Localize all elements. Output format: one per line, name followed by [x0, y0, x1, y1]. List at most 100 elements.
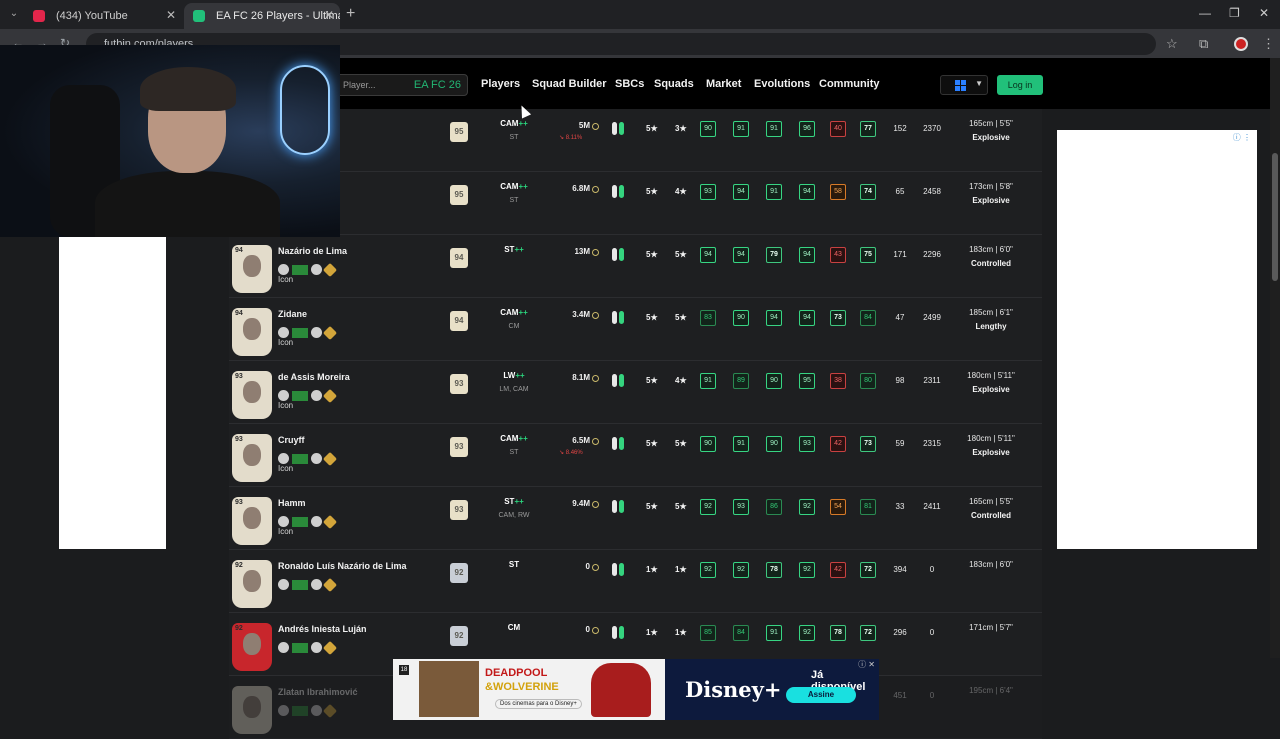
player-name[interactable]: Zidane — [278, 309, 307, 319]
bottom-ad-banner[interactable]: 18 DEADPOOL &WOLVERINE Dos cinemas para … — [393, 659, 879, 720]
stat-box: 74 — [860, 184, 876, 200]
player-name[interactable]: de Assis Moreira — [278, 372, 350, 382]
player-badges — [278, 261, 338, 277]
coin-icon — [592, 186, 599, 193]
player-card-image[interactable]: 92 — [232, 623, 272, 671]
card-rating: 93 — [235, 499, 243, 506]
position-plus: ++ — [518, 434, 528, 443]
stat-box: 94 — [733, 184, 749, 200]
club-badge-icon — [278, 579, 289, 591]
foot-icon — [612, 374, 628, 388]
foot-icon — [612, 122, 628, 136]
player-card-image[interactable]: 94 — [232, 308, 272, 356]
stat-box: 79 — [766, 247, 782, 263]
player-card-image[interactable]: 92 — [232, 560, 272, 608]
nav-sbcs[interactable]: SBCs — [615, 78, 644, 90]
player-badges — [278, 513, 338, 529]
player-row[interactable]: 92 Ronaldo Luís Nazário de Lima 92 ST 0 1★ 1★ 9… — [229, 550, 1042, 613]
player-photo — [243, 381, 261, 403]
position: CAM++ — [493, 119, 535, 128]
position-label: CAM — [500, 308, 519, 317]
bookmark-star-icon[interactable]: ☆ — [1166, 36, 1178, 52]
base-stats-total: 2296 — [923, 250, 941, 259]
stat-box: 94 — [799, 184, 815, 200]
player-row[interactable]: nento95CAM++ST6.8M5★4★939491945874652458… — [229, 172, 1042, 235]
platform-select[interactable]: ▼ — [940, 75, 988, 95]
page-scrollbar[interactable] — [1270, 58, 1280, 658]
close-tab-icon[interactable]: ✕ — [166, 8, 176, 22]
player-name[interactable]: Andrés Iniesta Luján — [278, 624, 367, 634]
player-search-input[interactable]: Player... EA FC 26 — [336, 74, 468, 96]
profile-avatar[interactable] — [1234, 37, 1248, 51]
nation-flag-icon — [292, 579, 308, 590]
scrollbar-thumb[interactable] — [1272, 153, 1278, 281]
tab-futbin[interactable]: EA FC 26 Players - Ultimate Tea ✕ — [184, 3, 340, 29]
position-plus: ++ — [514, 497, 524, 506]
right-ad-banner[interactable]: ⓘ ⋮ — [1057, 130, 1257, 549]
extensions-icon[interactable]: ⧉ — [1199, 36, 1208, 52]
league-badge-icon — [311, 327, 322, 339]
maximize-icon[interactable]: ❐ — [1229, 6, 1240, 20]
player-card-image[interactable] — [232, 686, 272, 734]
player-row[interactable]: 94 Nazário de Lima Icon 94 ST++ 13M 5★ 5★ 94 94 79… — [229, 235, 1042, 298]
club-badge-icon — [278, 516, 289, 528]
subscribe-button[interactable]: Assine — [786, 687, 856, 703]
stat-box: 85 — [700, 625, 716, 641]
player-name[interactable]: Hamm — [278, 498, 306, 508]
nav-evolutions[interactable]: Evolutions — [754, 78, 810, 90]
player-card-image[interactable]: 93 — [232, 434, 272, 482]
skill-moves: 5★ — [646, 187, 658, 196]
price-change: ↘ 8.46% — [559, 450, 583, 456]
ad-choices-icon[interactable]: ⓘ ⋮ — [1233, 132, 1251, 143]
player-row[interactable]: 93 Cruyff Icon 93 CAM++ ST 6.5M ↘ 8.46% 5★ 5★ 90 91… — [229, 424, 1042, 487]
nav-players[interactable]: Players — [481, 78, 520, 90]
game-version-select[interactable]: EA FC 26 — [414, 79, 461, 91]
skill-moves: 5★ — [646, 439, 658, 448]
tab-search-icon[interactable]: ⌄ — [6, 6, 22, 22]
coin-icon — [592, 627, 599, 634]
rating-badge: 94 — [450, 311, 468, 331]
player-card-image[interactable]: 93 — [232, 371, 272, 419]
player-name[interactable]: Cruyff — [278, 435, 305, 445]
height: 165cm | 5'5" — [969, 119, 1013, 128]
player-name[interactable]: Nazário de Lima — [278, 246, 347, 256]
player-card-image[interactable]: 93 — [232, 497, 272, 545]
ad-character-image — [591, 663, 651, 717]
player-row[interactable]: 93 de Assis Moreira Icon 93 LW++ LM, CAM 8.1M 5… — [229, 361, 1042, 424]
nation-flag-icon — [292, 390, 308, 401]
weak-foot: 1★ — [675, 565, 687, 574]
foot-icon — [612, 311, 628, 325]
acceleration-type: Explosive — [972, 196, 1010, 205]
position-label: CAM — [500, 182, 519, 191]
new-tab-icon[interactable]: + — [346, 5, 355, 23]
coin-icon — [592, 249, 599, 256]
stat-box: 72 — [860, 562, 876, 578]
browser-menu-icon[interactable]: ⋮ — [1262, 36, 1275, 52]
player-row[interactable]: 93 Hamm Icon 93 ST++ CAM, RW 9.4M 5★ 5★ 92 93 86 92 5… — [229, 487, 1042, 550]
ad-subtitle: &WOLVERINE — [485, 681, 559, 693]
stat-box: 95 — [799, 373, 815, 389]
player-badges — [278, 387, 338, 403]
player-row[interactable]: 94 Zidane Icon 94 CAM++ CM 3.4M 5★ 5★ 83 90 94 94 73 8… — [229, 298, 1042, 361]
nav-market[interactable]: Market — [706, 78, 741, 90]
weak-foot: 5★ — [675, 313, 687, 322]
position: CM — [493, 623, 535, 632]
skill-moves: 1★ — [646, 565, 658, 574]
nav-squads[interactable]: Squads — [654, 78, 694, 90]
position-plus: ++ — [518, 119, 528, 128]
minimize-icon[interactable]: — — [1199, 6, 1211, 20]
ad-title: DEADPOOL — [485, 667, 548, 679]
player-name[interactable]: Zlatan Ibrahimović — [278, 687, 358, 697]
close-tab-icon[interactable]: ✕ — [324, 8, 334, 22]
nav-squad-builder[interactable]: Squad Builder — [532, 78, 607, 90]
player-card-image[interactable]: 94 — [232, 245, 272, 293]
player-row[interactable]: 95 CAM++ ST 5M ↘ 8.11% 5★ 3★ 90 91 91 96 40 77 152 237… — [229, 109, 1042, 172]
close-window-icon[interactable]: ✕ — [1259, 6, 1269, 20]
left-ad-banner[interactable] — [59, 237, 166, 549]
nav-community[interactable]: Community — [819, 78, 880, 90]
player-name[interactable]: Ronaldo Luís Nazário de Lima — [278, 561, 407, 571]
tab-youtube[interactable]: (434) YouTube ✕ — [24, 3, 182, 29]
close-ad-icon[interactable]: ⓘ ✕ — [858, 659, 875, 670]
login-button[interactable]: Log in — [997, 75, 1043, 95]
stat-box: 94 — [799, 247, 815, 263]
